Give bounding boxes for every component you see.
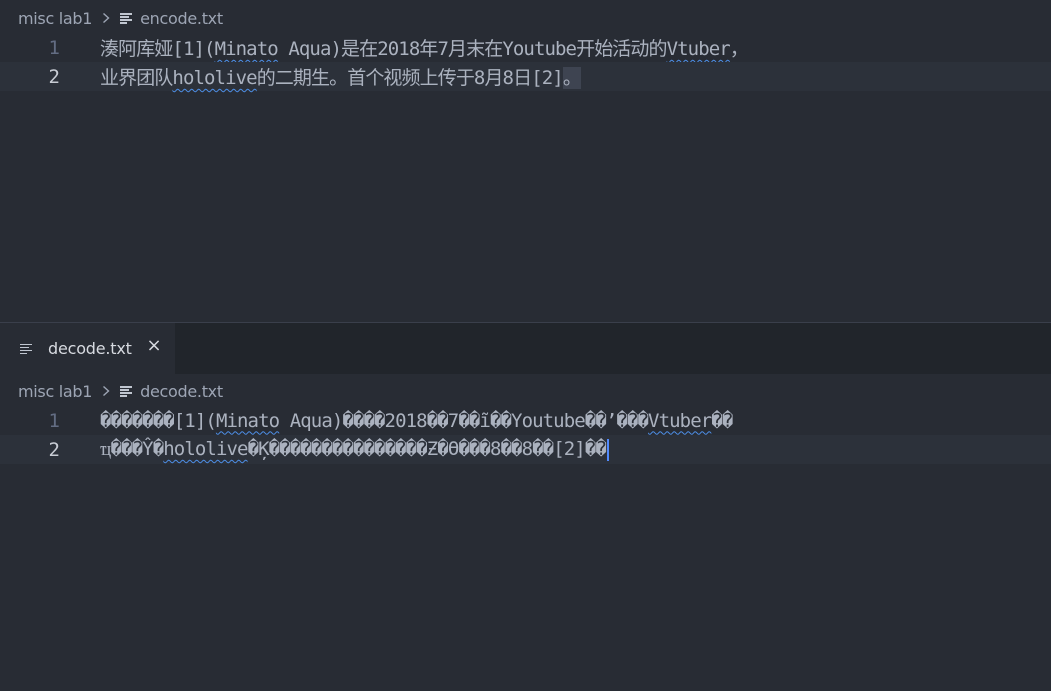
selection-highlight: 。 <box>563 67 581 89</box>
text-segment: �� <box>711 410 732 432</box>
line-number: 1 <box>0 410 60 432</box>
line-content[interactable]: 业界团队hololive的二期生。首个视频上传于8月8日[2]。 <box>100 63 581 90</box>
spelling-squiggle: Vtuber <box>667 38 730 60</box>
text-segment: ， <box>730 38 748 60</box>
line-number: 2 <box>0 439 60 461</box>
tab-label: decode.txt <box>48 339 132 358</box>
text-segment: �������[1]( <box>100 410 216 432</box>
editor-line-current[interactable]: 2 ҵ���Ŷ�hololive�Ķ������������׸���Ƶ�ϴ���… <box>0 435 1051 464</box>
lines-file-icon <box>120 385 132 397</box>
text-segment: 湊阿库娅[1]( <box>100 38 215 60</box>
spelling-squiggle: Vtuber <box>648 410 711 432</box>
breadcrumb-file[interactable]: decode.txt <box>140 382 223 401</box>
editor-line[interactable]: 1 湊阿库娅[1](Minato Aqua)是在2018年7月末在Youtube… <box>0 33 1051 62</box>
close-icon[interactable]: × <box>146 338 162 354</box>
breadcrumb-folder[interactable]: misc lab1 <box>18 9 92 28</box>
breadcrumb: misc lab1 decode.txt <box>18 380 223 402</box>
text-segment: 的二期生。首个视频上传于8月8日[2] <box>257 67 563 89</box>
chevron-right-icon <box>100 9 114 28</box>
line-content[interactable]: �������[1](Minato Aqua)����2018��7��ĩ��Y… <box>100 410 732 432</box>
text-segment: Aqua)是在2018年7月末在Youtube开始活动的 <box>278 38 667 60</box>
lines-file-icon <box>20 343 32 355</box>
line-number: 1 <box>0 37 60 59</box>
spelling-squiggle: Minato <box>215 38 278 60</box>
lines-file-icon <box>120 12 132 24</box>
editor-group-top: misc lab1 encode.txt 1 湊阿库娅[1](Minato Aq… <box>0 0 1051 322</box>
breadcrumb: misc lab1 encode.txt <box>18 7 223 29</box>
editor-line[interactable]: 1 �������[1](Minato Aqua)����2018��7��ĩ�… <box>0 406 1051 435</box>
breadcrumb-folder[interactable]: misc lab1 <box>18 382 92 401</box>
chevron-right-icon <box>100 382 114 401</box>
line-content[interactable]: ҵ���Ŷ�hololive�Ķ������������׸���Ƶ�ϴ���8�… <box>100 438 609 461</box>
text-segment: �Ķ������������׸���Ƶ�ϴ���8��8��[2]�� <box>248 438 606 460</box>
breadcrumb-file[interactable]: encode.txt <box>140 9 223 28</box>
text-segment: ҵ���Ŷ� <box>100 438 163 460</box>
spelling-squiggle: Minato <box>216 410 279 432</box>
text-segment: 业界团队 <box>100 67 172 89</box>
spelling-squiggle: hololive <box>172 67 256 89</box>
tab-bar: decode.txt × <box>0 323 1051 374</box>
editor-group-bottom: decode.txt × misc lab1 decode.txt 1 ����… <box>0 323 1051 691</box>
spelling-squiggle: hololive <box>163 438 247 460</box>
line-content[interactable]: 湊阿库娅[1](Minato Aqua)是在2018年7月末在Youtube开始… <box>100 34 748 61</box>
editor-line-current[interactable]: 2 业界团队hololive的二期生。首个视频上传于8月8日[2]。 <box>0 62 1051 91</box>
text-segment: Aqua)����2018��7��ĩ��Youtube��’��� <box>279 410 648 432</box>
tab-decode[interactable]: decode.txt × <box>0 323 175 374</box>
text-cursor <box>607 439 609 461</box>
line-number: 2 <box>0 66 60 88</box>
